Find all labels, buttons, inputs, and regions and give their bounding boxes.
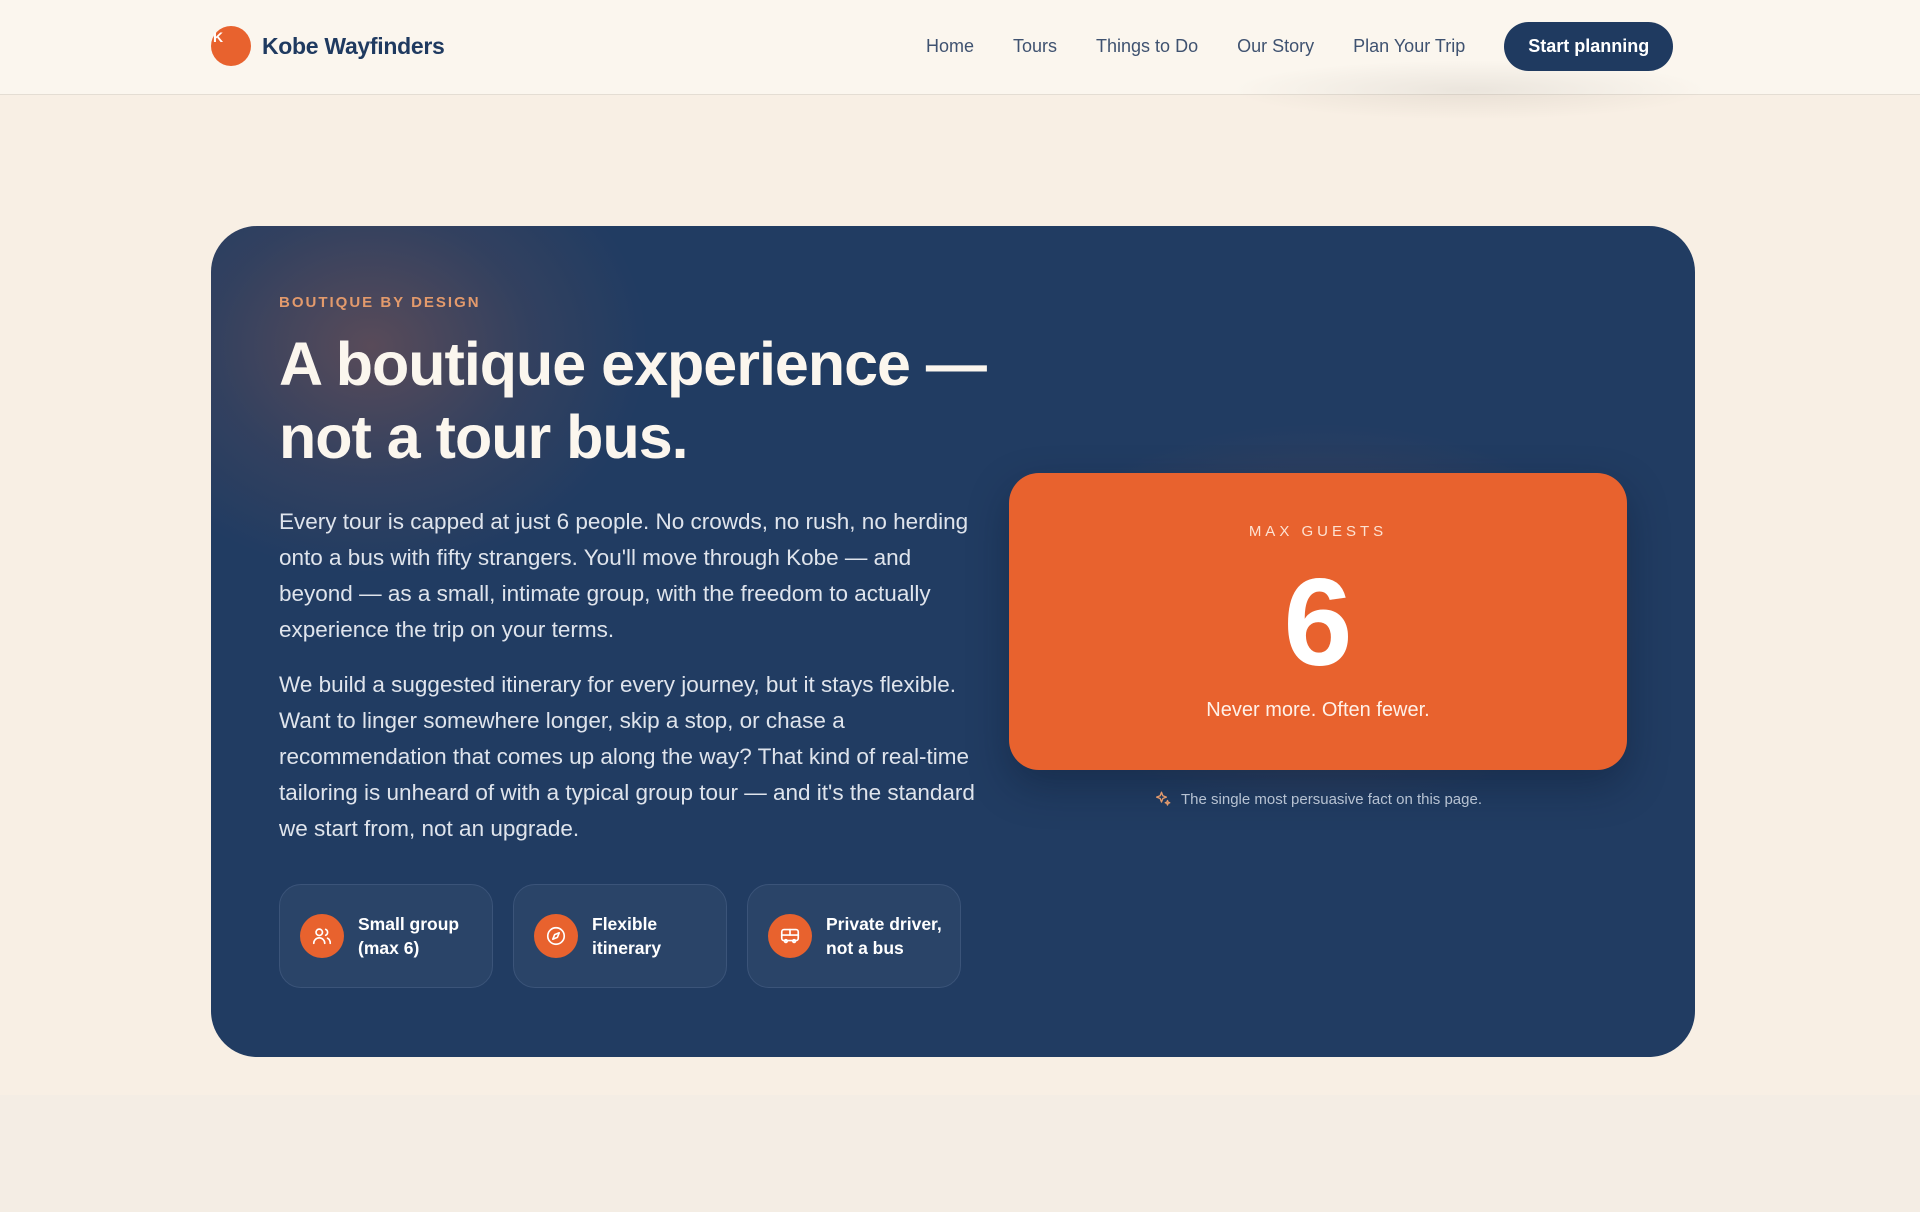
stat-caption: Never more. Often fewer.	[1206, 699, 1430, 721]
nav-tours[interactable]: Tours	[1013, 36, 1057, 57]
brand-logo: K	[211, 26, 251, 66]
hero-eyebrow: BOUTIQUE BY DESIGN	[279, 294, 481, 311]
nav-things-to-do[interactable]: Things to Do	[1096, 36, 1198, 57]
stat-value: 6	[1283, 554, 1353, 692]
feature-label: Private driver, not a bus	[826, 914, 942, 958]
van-icon	[768, 914, 812, 958]
stat-note-text: The single most persuasive fact on this …	[1181, 790, 1482, 808]
brand-logo-initial: K	[213, 29, 224, 45]
compass-icon	[534, 914, 578, 958]
nav-plan-your-trip[interactable]: Plan Your Trip	[1353, 36, 1465, 57]
nav-our-story[interactable]: Our Story	[1237, 36, 1314, 57]
brand-home-link[interactable]: K Kobe Wayfinders	[211, 26, 445, 66]
stat-label: MAX GUESTS	[1248, 523, 1388, 540]
nav-home[interactable]: Home	[926, 36, 974, 57]
site-header: K Kobe Wayfinders Home Tours Things to D…	[0, 0, 1920, 120]
feature-label: Flexible itinerary	[592, 914, 662, 958]
feature-flexible-itinerary: Flexible itinerary	[513, 884, 727, 988]
boutique-hero-card: BOUTIQUE BY DESIGN A boutique experience…	[211, 226, 1695, 1057]
feature-list: Small group (max 6) Flexible itinerary P…	[279, 884, 961, 988]
sparkle-icon	[1155, 791, 1171, 806]
hero-paragraph-1: Every tour is capped at just 6 people. N…	[279, 509, 969, 642]
feature-private-driver: Private driver, not a bus	[747, 884, 961, 988]
start-planning-button[interactable]: Start planning	[1504, 22, 1674, 71]
next-section-band	[0, 1095, 1920, 1212]
max-guests-stat-card: MAX GUESTS 6 Never more. Often fewer.	[1009, 473, 1627, 770]
stat-note: The single most persuasive fact on this …	[1009, 790, 1627, 808]
main-nav: Home Tours Things to Do Our Story Plan Y…	[926, 22, 1674, 71]
users-icon	[300, 914, 344, 958]
hero-headline: A boutique experience — not a tour bus.	[279, 330, 987, 471]
feature-small-group: Small group (max 6)	[279, 884, 493, 988]
hero-paragraph-2: We build a suggested itinerary for every…	[279, 672, 975, 841]
brand-name: Kobe Wayfinders	[262, 32, 445, 59]
feature-label: Small group (max 6)	[358, 914, 460, 958]
